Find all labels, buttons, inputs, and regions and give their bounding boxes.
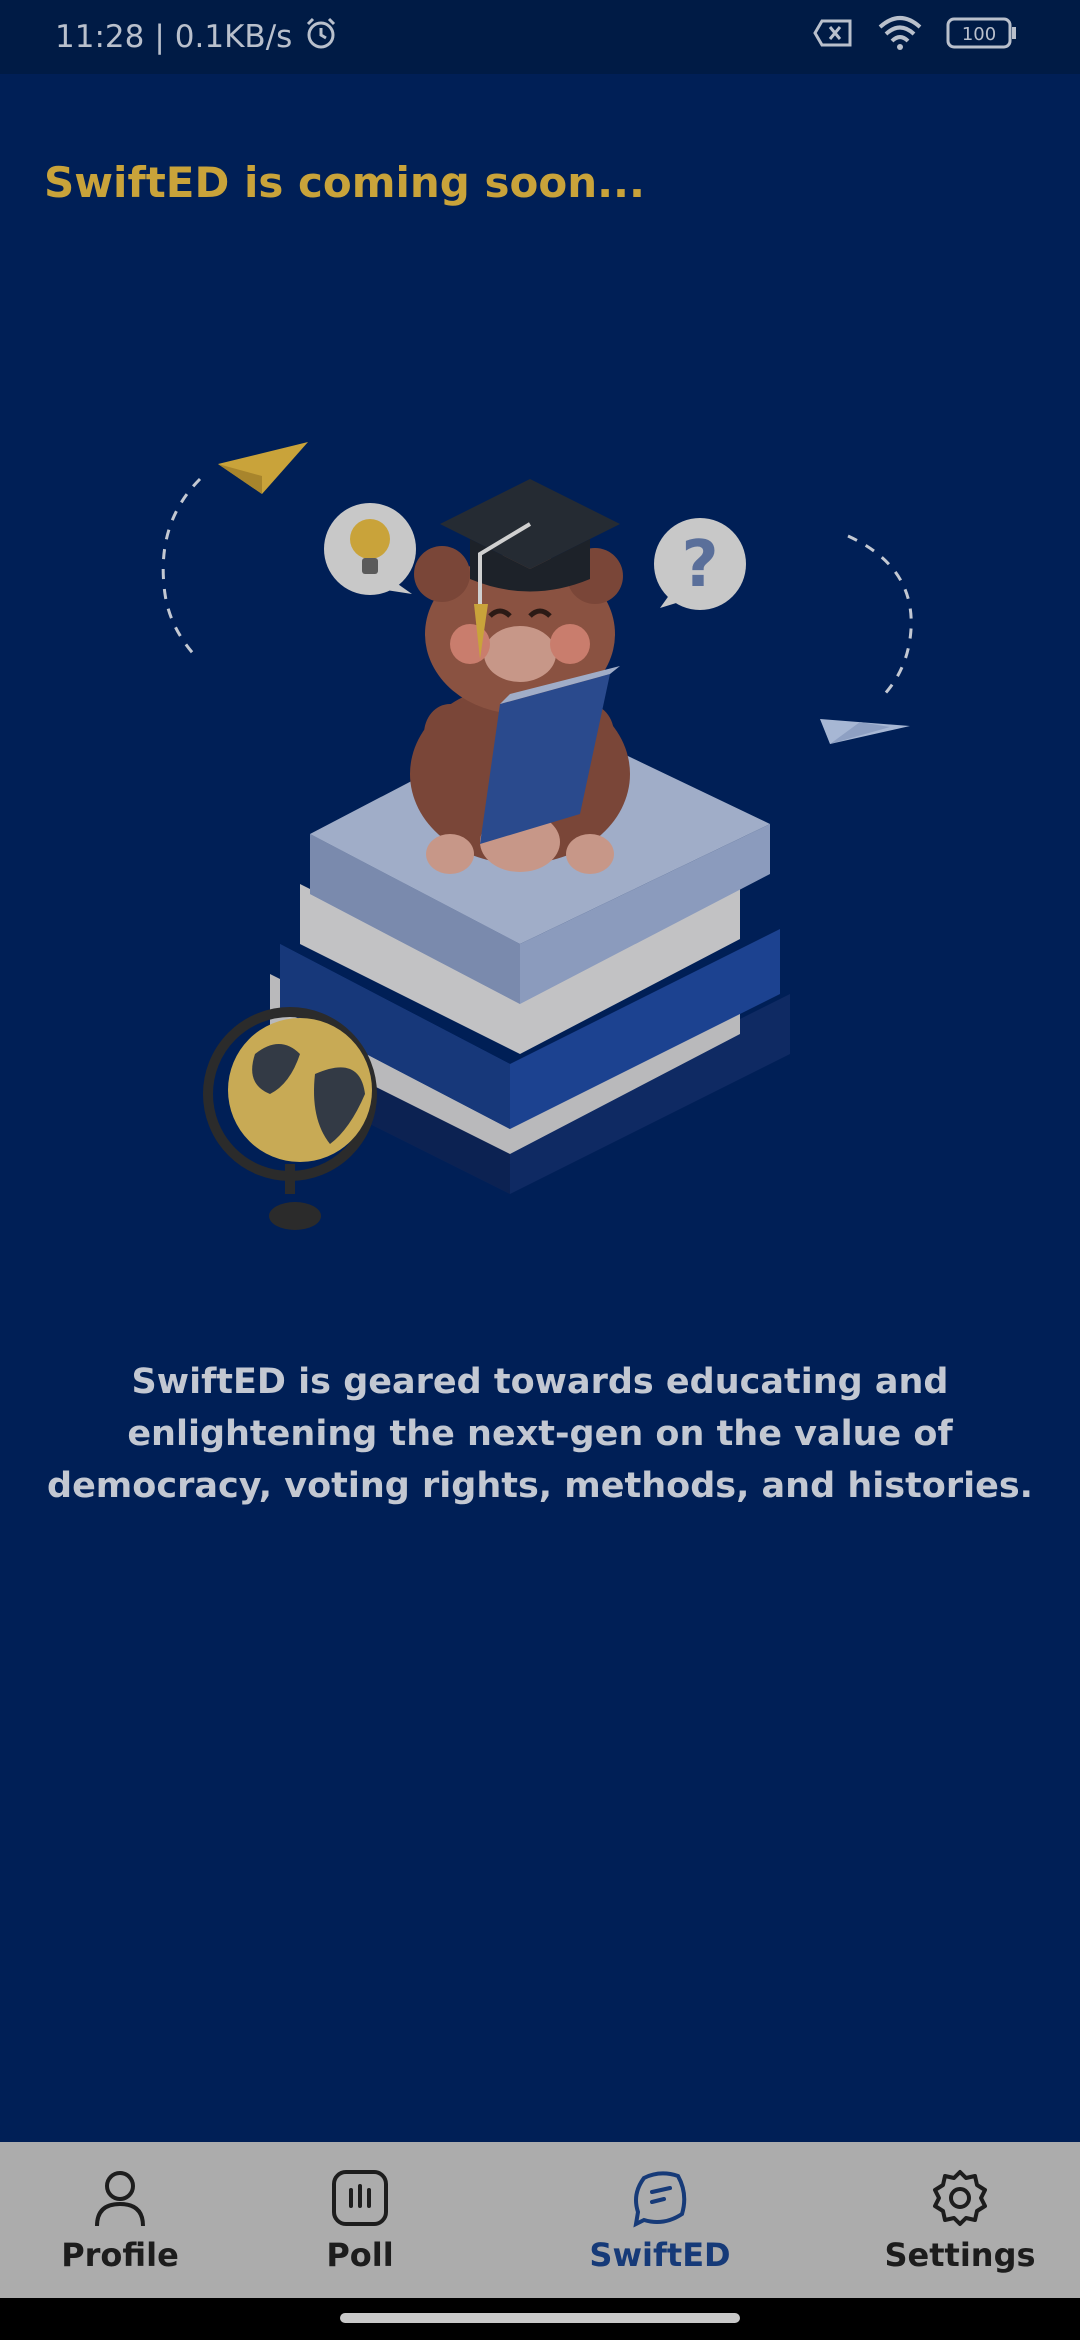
home-indicator[interactable] [340,2313,740,2323]
lightbulb-icon [324,503,416,595]
nav-settings-label: Settings [884,2236,1036,2274]
description-text: SwiftED is geared towards educating and … [47,1362,1033,1506]
nav-profile-label: Profile [61,2236,179,2274]
battery-level: 100 [962,24,996,45]
sim-error-icon [812,17,854,57]
person-icon [92,2168,148,2232]
nav-swifted-label: SwiftED [589,2236,731,2274]
gesture-bar [0,2298,1080,2340]
status-left: 11:28 | 0.1KB/s [55,14,340,60]
svg-text:?: ? [681,528,718,602]
swifted-screen: SwiftED is coming soon... ? SwiftED is g… [0,74,1080,2142]
nav-settings[interactable]: Settings [880,2142,1040,2274]
poll-icon [330,2168,390,2232]
bear-icon [410,546,630,874]
paper-plane-icon [820,534,913,744]
network-speed: 0.1KB/s [174,19,293,55]
status-bar: 11:28 | 0.1KB/s 100 [0,0,1080,74]
gear-icon [930,2168,990,2232]
alarm-icon [302,14,340,60]
nav-profile[interactable]: Profile [60,2142,180,2274]
battery-icon: 100 [946,16,1018,58]
bottom-navigation: Profile Poll SwiftED Settings [0,2142,1080,2298]
status-right: 100 [812,15,1018,59]
nav-poll[interactable]: Poll [300,2142,420,2274]
page-title: SwiftED is coming soon... [44,158,645,207]
paper-plane-icon [161,442,308,661]
nav-swifted[interactable]: SwiftED [580,2142,740,2274]
globe-icon [203,1007,377,1230]
wifi-icon [876,15,924,59]
status-separator: | [154,19,165,55]
status-time: 11:28 [55,19,145,55]
bear-books-illustration: ? [150,354,930,1304]
nav-poll-label: Poll [326,2236,394,2274]
question-icon: ? [654,518,746,610]
swifted-icon [630,2168,690,2232]
